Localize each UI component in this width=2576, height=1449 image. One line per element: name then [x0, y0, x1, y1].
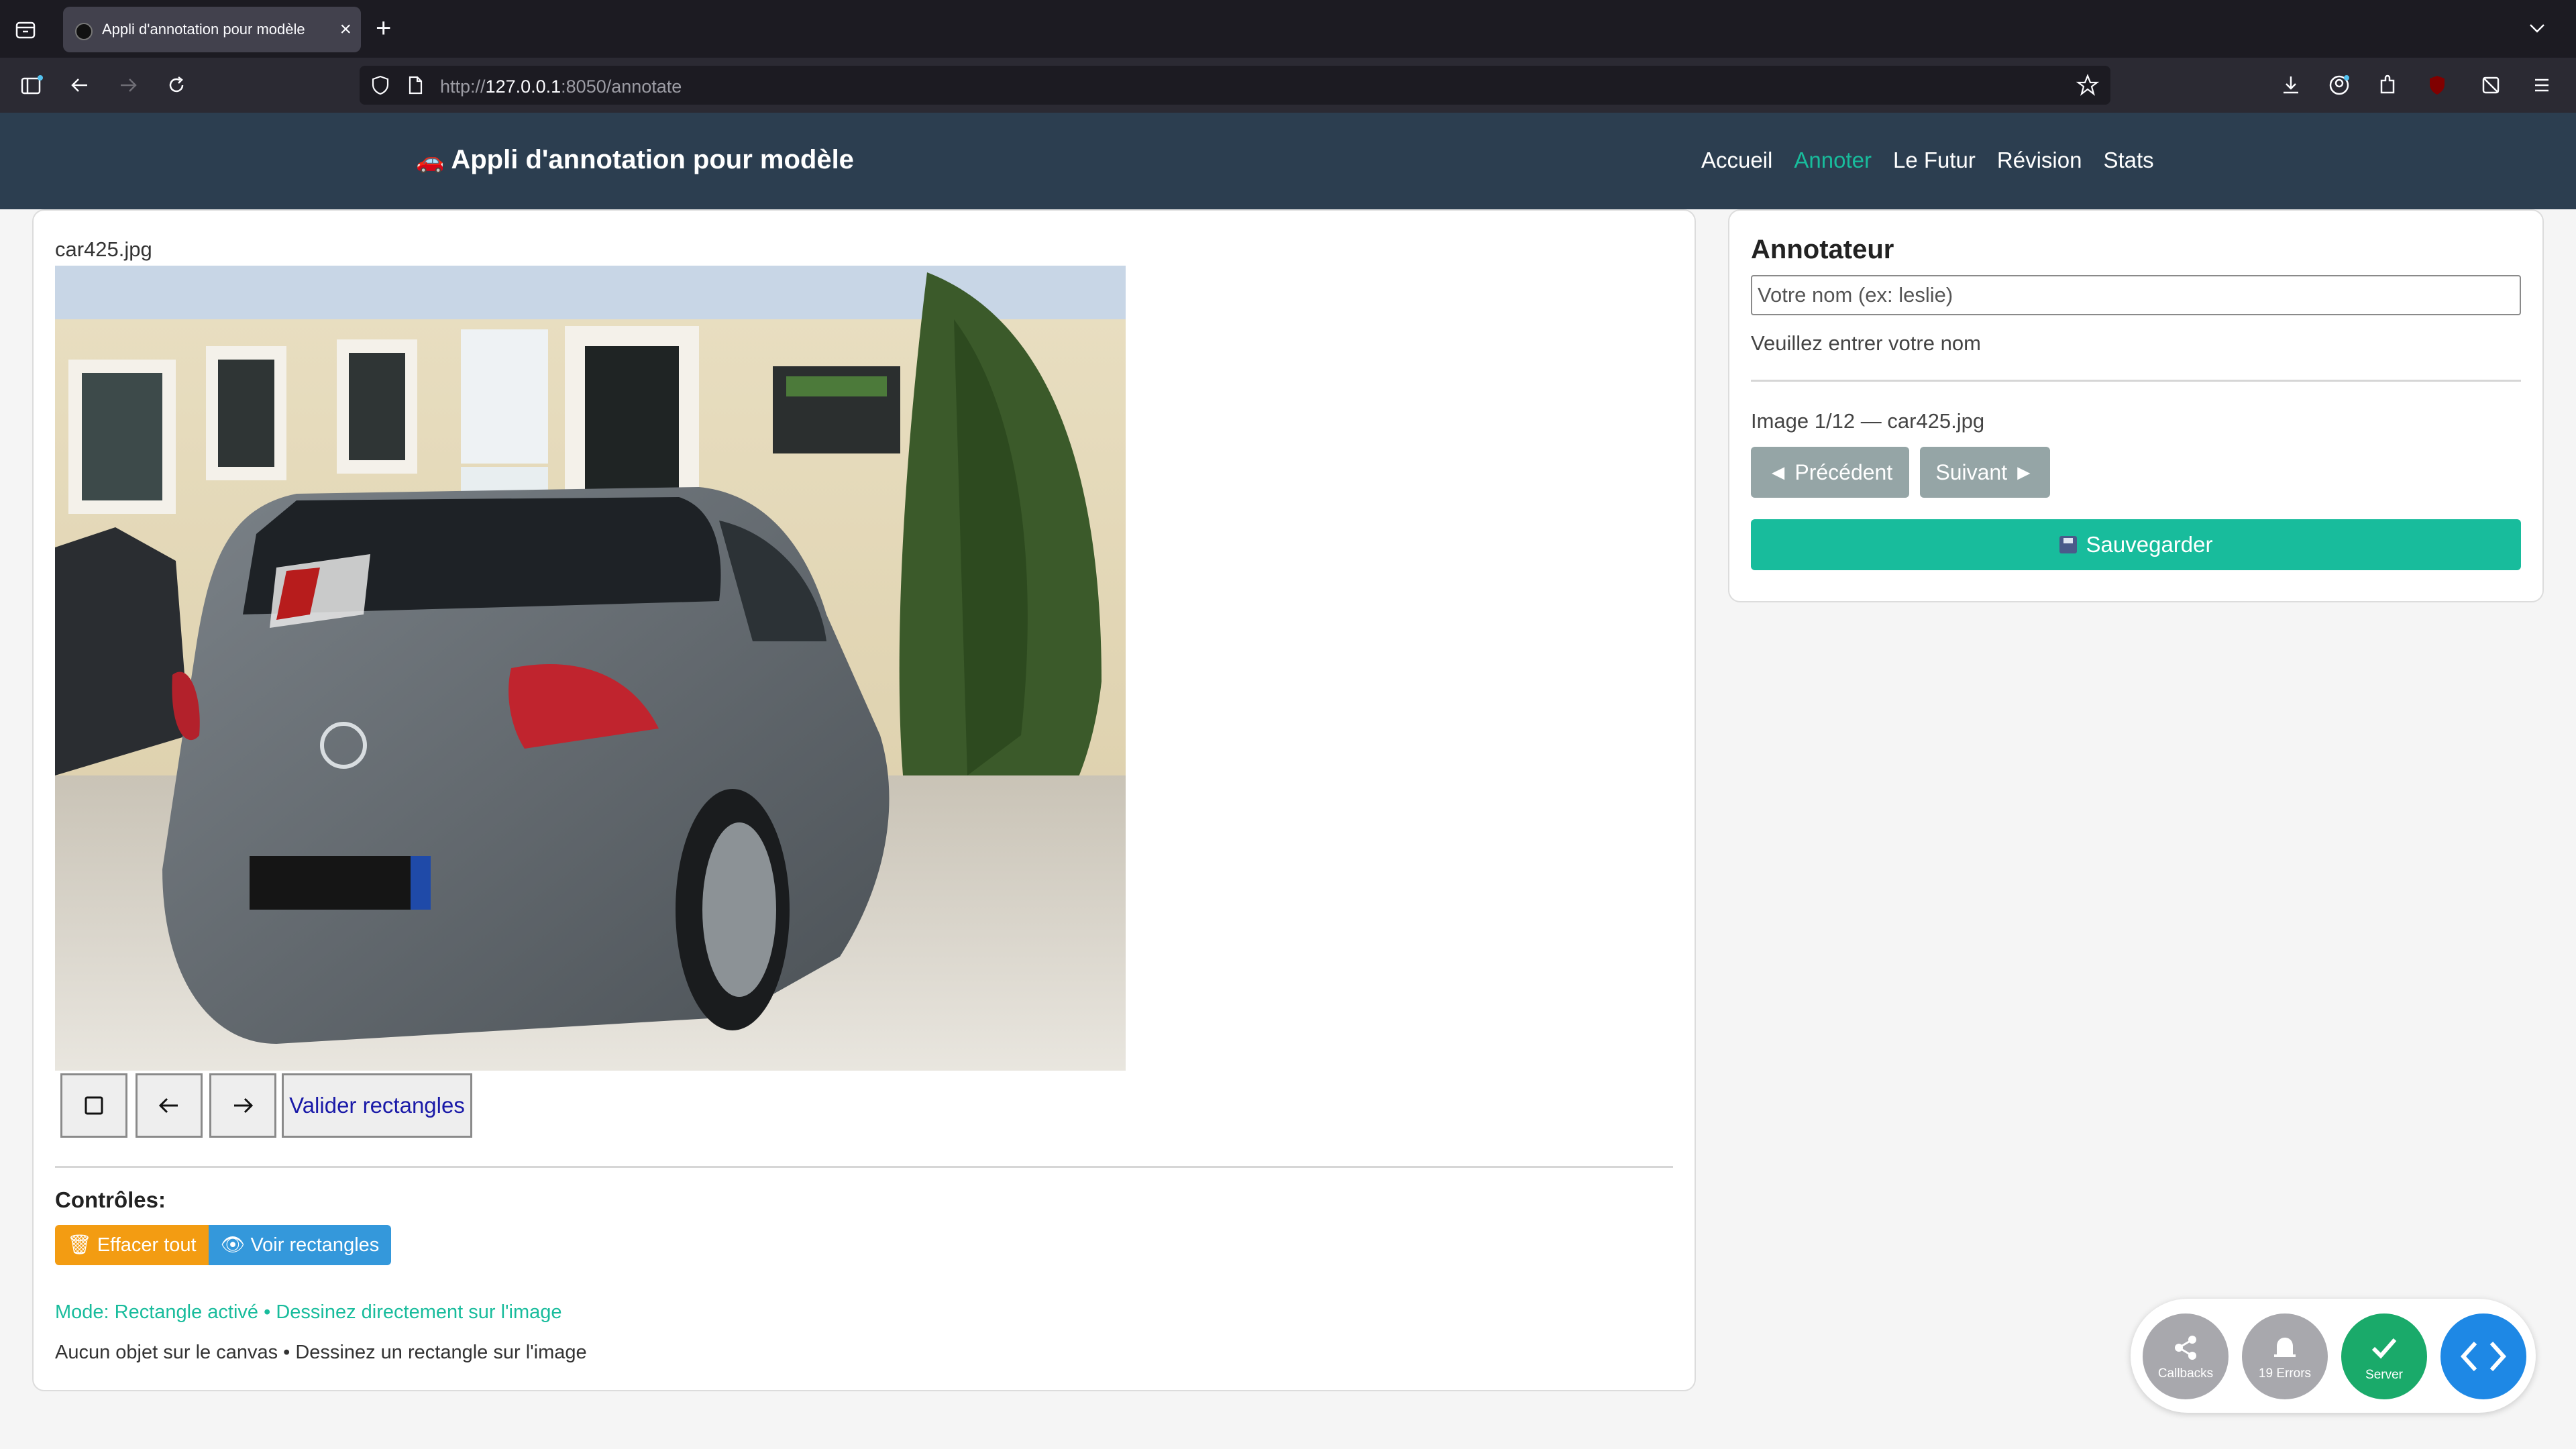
divider [1751, 380, 2521, 382]
previous-image-button[interactable]: ◄ Précédent [1751, 447, 1909, 498]
clear-all-label: Effacer tout [97, 1234, 197, 1256]
forward-icon[interactable] [115, 72, 141, 98]
sidebar-icon[interactable] [19, 72, 44, 98]
chevron-down-icon[interactable] [2525, 16, 2549, 40]
bell-icon [2274, 1338, 2296, 1357]
tab-title: Appli d'annotation pour modèle [102, 21, 305, 38]
extensions-icon[interactable] [2375, 72, 2400, 98]
annotation-editor-card: car425.jpg Valider rectangles Contrôles:… [32, 209, 1696, 1391]
toggle-devtools-button[interactable] [2440, 1313, 2526, 1399]
eye-icon: 👁 [220, 1234, 246, 1256]
server-button[interactable]: Server [2341, 1313, 2427, 1399]
mode-status: Mode: Rectangle activé • Dessinez direct… [55, 1301, 562, 1323]
annotator-name-input[interactable] [1751, 275, 2521, 315]
arrow-left-icon [158, 1097, 178, 1114]
next-image-button[interactable]: Suivant ► [1920, 447, 2050, 498]
image-counter: Image 1/12 — car425.jpg [1751, 409, 1985, 433]
annotator-hint: Veuillez entrer votre nom [1751, 331, 1981, 355]
square-icon [85, 1096, 103, 1115]
close-tab-icon[interactable]: × [339, 17, 352, 42]
server-label: Server [2365, 1368, 2403, 1382]
clear-all-button[interactable]: 🗑 Effacer tout [55, 1225, 209, 1265]
validate-rectangles-button[interactable]: Valider rectangles [282, 1073, 472, 1138]
controls-button-group: 🗑 Effacer tout 👁 Voir rectangles [55, 1225, 392, 1265]
annotator-title: Annotateur [1751, 235, 1894, 264]
url-text[interactable]: http://127.0.0.1:8050/annotate [440, 76, 682, 97]
nav-link-stats[interactable]: Stats [2103, 148, 2153, 173]
car-icon: 🚗 [416, 148, 445, 174]
image-filename: car425.jpg [55, 237, 152, 261]
browser-tab-bar: Appli d'annotation pour modèle × + [0, 0, 2576, 58]
callbacks-label: Callbacks [2157, 1366, 2214, 1381]
nav-link-le-futur[interactable]: Le Futur [1893, 148, 1976, 173]
url-bar[interactable]: http://127.0.0.1:8050/annotate [360, 66, 2110, 105]
url-scheme: http:// [440, 76, 486, 97]
nav-link-annoter[interactable]: Annoter [1794, 148, 1872, 173]
errors-label: 19 Errors [2258, 1366, 2312, 1381]
app-navbar: 🚗 Appli d'annotation pour modèle Accueil … [0, 113, 2576, 209]
tab-list-icon[interactable] [13, 17, 38, 42]
new-tab-button[interactable]: + [376, 13, 391, 43]
floppy-disk-icon [2059, 536, 2077, 553]
extension-puzzle-icon[interactable] [2478, 72, 2504, 98]
reload-icon[interactable] [164, 72, 189, 98]
checkmark-icon [2371, 1338, 2397, 1359]
share-icon [2175, 1336, 2196, 1360]
arrow-right-icon [234, 1097, 254, 1114]
brand-title: Appli d'annotation pour modèle [451, 145, 854, 174]
account-icon[interactable] [2326, 72, 2352, 98]
controls-heading: Contrôles: [55, 1187, 166, 1212]
save-button[interactable]: Sauvegarder [1751, 519, 2521, 570]
browser-toolbar: http://127.0.0.1:8050/annotate [0, 58, 2576, 113]
nav-link-accueil[interactable]: Accueil [1701, 148, 1772, 173]
menu-icon[interactable] [2529, 72, 2555, 98]
dash-debug-menu: Callbacks 19 Errors Server [2131, 1299, 2536, 1413]
favicon-icon [75, 23, 93, 40]
redo-button[interactable] [209, 1073, 276, 1138]
nav-link-revision[interactable]: Révision [1997, 148, 2082, 173]
annotator-card: Annotateur Veuillez entrer votre nom Ima… [1728, 209, 2544, 602]
divider [55, 1166, 1673, 1168]
rectangle-tool-button[interactable] [60, 1073, 127, 1138]
app-brand[interactable]: 🚗 Appli d'annotation pour modèle [416, 145, 854, 175]
url-path: :8050/annotate [561, 76, 682, 97]
nav-links: Accueil Annoter Le Futur Révision Stats [1701, 148, 2154, 173]
code-brackets-icon [2460, 1341, 2507, 1372]
save-label: Sauvegarder [2086, 532, 2213, 557]
browser-tab[interactable]: Appli d'annotation pour modèle × [63, 7, 361, 52]
errors-button[interactable]: 19 Errors [2242, 1313, 2328, 1399]
ublock-icon[interactable] [2424, 72, 2450, 98]
page-icon [409, 76, 423, 95]
show-rectangles-label: Voir rectangles [250, 1234, 380, 1256]
trash-icon: 🗑 [67, 1234, 92, 1256]
show-rectangles-button[interactable]: 👁 Voir rectangles [208, 1225, 392, 1265]
shield-icon[interactable] [369, 74, 392, 97]
callbacks-button[interactable]: Callbacks [2143, 1313, 2229, 1399]
canvas-status: Aucun objet sur le canvas • Dessinez un … [55, 1342, 587, 1363]
back-icon[interactable] [67, 72, 93, 98]
bookmark-star-icon[interactable] [2076, 73, 2100, 97]
annotation-canvas-image[interactable] [55, 266, 1126, 1071]
url-host: 127.0.0.1 [485, 76, 561, 97]
undo-button[interactable] [136, 1073, 203, 1138]
download-icon[interactable] [2278, 72, 2304, 98]
